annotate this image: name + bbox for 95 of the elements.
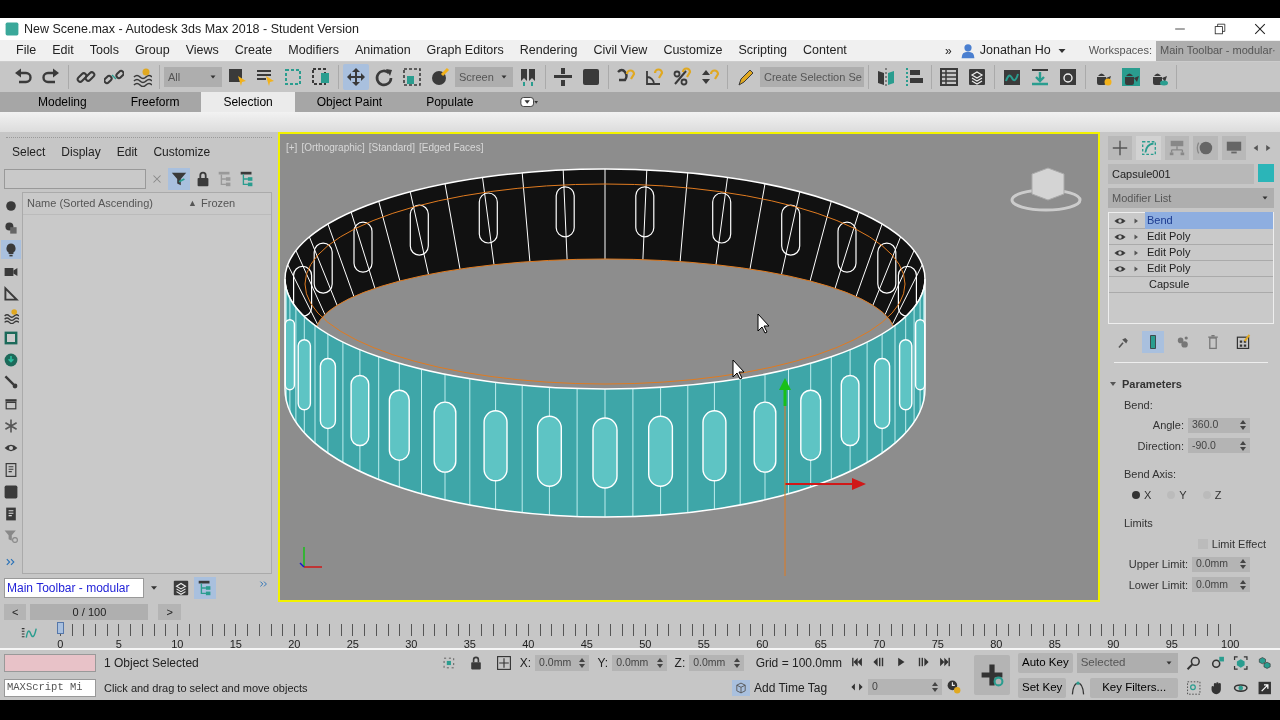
ruler-label: 40 bbox=[521, 637, 536, 652]
stack-item[interactable]: Capsule bbox=[1109, 277, 1273, 293]
menu-item[interactable]: Content bbox=[795, 41, 855, 60]
menu-item[interactable]: Create bbox=[226, 41, 281, 60]
set-key-mode-button[interactable]: Set Key bbox=[1018, 677, 1067, 698]
group-label: Bend Axis: bbox=[1123, 467, 1177, 482]
ribbon-tab[interactable]: Freeform bbox=[108, 92, 202, 112]
group-label: Limits bbox=[1123, 516, 1154, 531]
object-name-field[interactable]: Capsule001 bbox=[1108, 164, 1254, 184]
window-title: New Scene.max - Autodesk 3ds Max 2018 - Student Version bbox=[24, 20, 360, 38]
radio-option[interactable]: Y bbox=[1167, 486, 1187, 503]
field-label: Lower Limit: bbox=[1128, 577, 1188, 593]
ruler-label: 75 bbox=[930, 637, 945, 652]
prompt-text: Click and drag to select and move objects bbox=[104, 680, 309, 696]
stack-item[interactable]: Edit Poly bbox=[1109, 229, 1273, 245]
menu-item[interactable]: Tools bbox=[81, 41, 127, 60]
ribbon-tab[interactable]: Selection bbox=[201, 92, 295, 112]
radio-option[interactable]: Z bbox=[1202, 486, 1222, 503]
sort-arrow: ▲ bbox=[188, 196, 198, 210]
coordinate-field[interactable]: 0.0mm bbox=[535, 654, 590, 671]
rollout-title[interactable]: Parameters bbox=[1122, 376, 1182, 393]
time-slider-thumb[interactable]: 0 / 100 bbox=[30, 604, 149, 620]
maxscript-field[interactable]: MAXScript Mi bbox=[4, 678, 96, 697]
dropdown[interactable]: Screen bbox=[455, 67, 513, 87]
selection-status: 1 Object Selected bbox=[104, 654, 200, 672]
radio-option[interactable]: X bbox=[1132, 486, 1152, 503]
lower-limit-spinner[interactable]: 0.0mm bbox=[1192, 577, 1250, 593]
ruler-label: 25 bbox=[345, 637, 360, 652]
ruler-label: 85 bbox=[1047, 637, 1062, 652]
ruler-label: 5 bbox=[114, 637, 123, 652]
coordinate-label: Y: bbox=[597, 654, 609, 672]
modifier-list-dropdown[interactable]: Modifier List bbox=[1108, 188, 1274, 208]
column-header[interactable]: Name (Sorted Ascending) bbox=[27, 195, 189, 212]
ruler-label: 100 bbox=[1220, 637, 1241, 652]
ruler-label: 10 bbox=[170, 637, 185, 652]
field-label: Angle: bbox=[1152, 418, 1184, 433]
panel-menu-item[interactable]: Edit bbox=[108, 143, 146, 161]
menu-item[interactable]: Edit bbox=[44, 41, 82, 60]
ruler-label: 30 bbox=[404, 637, 419, 652]
menu-item[interactable]: Scripting bbox=[730, 41, 796, 60]
auto-key-button[interactable]: Auto Key bbox=[1018, 652, 1073, 673]
upper-limit-spinner[interactable]: 0.0mm bbox=[1192, 556, 1250, 572]
overflow-chevron[interactable]: » bbox=[941, 41, 956, 60]
field-label: Direction: bbox=[1137, 438, 1184, 454]
ruler-label: 50 bbox=[638, 637, 653, 652]
angle-spinner[interactable]: 360.0 bbox=[1188, 417, 1250, 433]
ribbon-tab[interactable]: Object Paint bbox=[294, 92, 405, 112]
ruler-label: 70 bbox=[872, 637, 887, 652]
ruler-label: 20 bbox=[287, 637, 302, 652]
coordinate-field[interactable]: 0.0mm bbox=[689, 654, 744, 671]
menu-item[interactable]: File bbox=[8, 41, 45, 60]
grid-size: Grid = 100.0mm bbox=[755, 654, 842, 672]
previous-frame-button[interactable]: < bbox=[4, 603, 27, 621]
menu-item[interactable]: Group bbox=[126, 41, 178, 60]
column-header[interactable]: Frozen bbox=[201, 195, 271, 212]
menu-item[interactable]: Views bbox=[177, 41, 227, 60]
ruler-label: 90 bbox=[1106, 637, 1121, 652]
frame-field[interactable]: 0 bbox=[868, 679, 942, 695]
menu-item[interactable]: Animation bbox=[347, 41, 419, 60]
panel-menu-item[interactable]: Display bbox=[53, 143, 109, 161]
add-time-tag-label[interactable]: Add Time Tag bbox=[754, 678, 828, 697]
stack-item[interactable]: Edit Poly bbox=[1109, 261, 1273, 277]
key-filters-button[interactable]: Key Filters... bbox=[1090, 677, 1178, 698]
stack-item[interactable]: Edit Poly bbox=[1109, 245, 1273, 261]
ruler-label: 80 bbox=[989, 637, 1004, 652]
workspaces-label: Workspaces: bbox=[1088, 43, 1152, 59]
group-label: Bend: bbox=[1123, 397, 1154, 413]
menu-item[interactable]: Customize bbox=[655, 41, 731, 60]
next-frame-button[interactable]: > bbox=[158, 603, 181, 621]
ribbon-tab[interactable]: Modeling bbox=[16, 92, 109, 112]
workspace-dropdown[interactable]: Main Toolbar - modular bbox=[4, 578, 144, 598]
panel-menu-item[interactable]: Customize bbox=[145, 143, 219, 161]
ruler-label: 0 bbox=[56, 637, 65, 652]
menu-item[interactable]: Rendering bbox=[511, 41, 586, 60]
ribbon-tab[interactable]: Populate bbox=[404, 92, 496, 112]
field-label: Upper Limit: bbox=[1128, 557, 1188, 572]
dropdown[interactable]: Create Selection Se bbox=[760, 67, 864, 87]
ruler-label: 35 bbox=[462, 637, 477, 652]
panel-menu-item[interactable]: Select bbox=[4, 143, 54, 161]
ruler-label: 65 bbox=[813, 637, 828, 652]
menu-item[interactable]: Graph Editors bbox=[418, 41, 512, 60]
ruler-label: 55 bbox=[696, 637, 711, 652]
coordinate-label: Z: bbox=[674, 654, 686, 672]
ruler-label: 60 bbox=[755, 637, 770, 652]
user-name[interactable]: Jonathan Ho bbox=[979, 41, 1051, 60]
checkbox-option[interactable]: Limit Effect bbox=[1108, 535, 1274, 552]
coordinate-label: X: bbox=[519, 654, 532, 672]
ruler-label: 95 bbox=[1164, 637, 1179, 652]
coordinate-field[interactable]: 0.0mm bbox=[612, 654, 667, 671]
menu-item[interactable]: Civil View bbox=[585, 41, 656, 60]
workspace-dropdown[interactable]: Main Toolbar - modular bbox=[1156, 40, 1280, 61]
direction-spinner[interactable]: -90.0 bbox=[1188, 438, 1250, 454]
ruler-label: 15 bbox=[228, 637, 243, 652]
menu-item[interactable]: Modifiers bbox=[280, 41, 347, 60]
ruler-label: 45 bbox=[579, 637, 594, 652]
